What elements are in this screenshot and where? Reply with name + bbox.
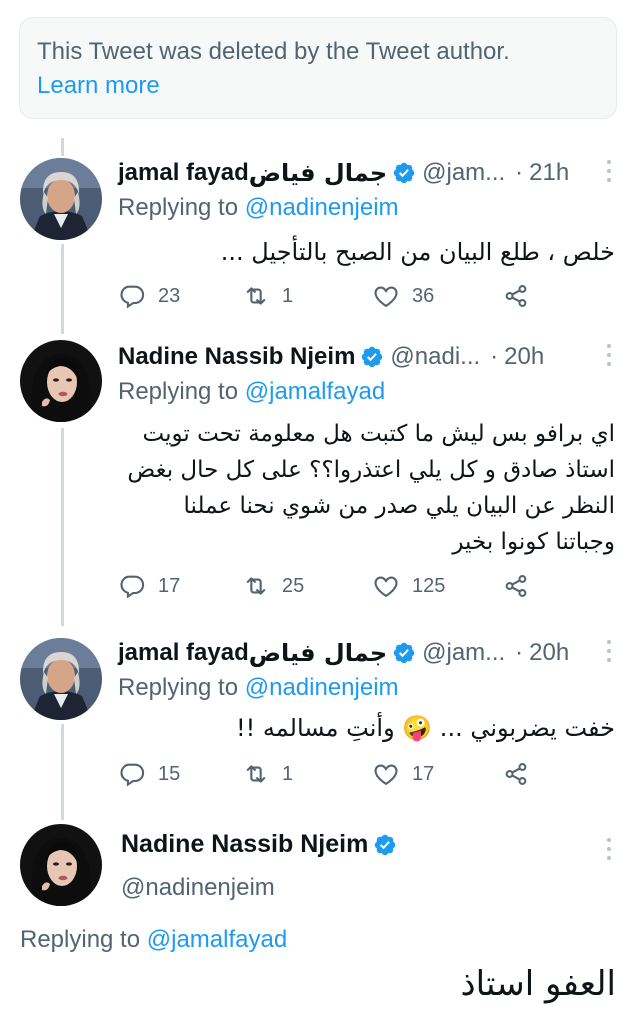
tweet-text: العفو استاذ (460, 964, 616, 1004)
reply-button[interactable]: 23 (118, 280, 180, 312)
reply-button[interactable]: 15 (118, 758, 180, 790)
reply-tweet[interactable]: jamal fayad جمال فياض @jam... · 21h Repl… (0, 156, 634, 326)
retweet-icon (242, 572, 270, 600)
tweet-actions: 15 1 17 (118, 758, 538, 790)
separator-dot: · (515, 639, 524, 666)
share-button[interactable] (502, 280, 542, 312)
reply-icon (118, 572, 146, 600)
like-button[interactable]: 36 (372, 280, 434, 312)
deleted-tweet-notice: This Tweet was deleted by the Tweet auth… (19, 17, 617, 119)
avatar[interactable] (20, 158, 102, 240)
like-icon (372, 572, 400, 600)
author-name[interactable]: jamal fayad (118, 159, 249, 187)
separator-dot: · (490, 343, 499, 370)
verified-badge-icon (373, 833, 397, 857)
tweet-header: Nadine Nassib Njeim @nadi... · 20h (118, 340, 544, 374)
like-button[interactable]: 125 (372, 570, 445, 602)
thread-line (61, 138, 64, 156)
more-icon[interactable] (606, 344, 612, 370)
share-button[interactable] (502, 570, 542, 602)
reply-count: 15 (158, 762, 181, 785)
replying-to: Replying to @nadinenjeim (118, 194, 399, 222)
more-icon[interactable] (606, 640, 612, 666)
verified-badge-icon (360, 345, 384, 369)
retweet-icon (242, 282, 270, 310)
author-name-row: Nadine Nassib Njeim (121, 830, 403, 859)
author-handle[interactable]: @jam... (422, 159, 505, 187)
avatar-image (20, 638, 102, 720)
replying-prefix: Replying to (118, 674, 239, 701)
replying-mention[interactable]: @nadinenjeim (245, 194, 399, 221)
replying-to: Replying to @jamalfayad (20, 926, 287, 954)
retweet-button[interactable]: 25 (242, 570, 304, 602)
tweet-time[interactable]: 20h (504, 343, 544, 371)
reply-icon (118, 282, 146, 310)
avatar-image (20, 158, 102, 240)
avatar[interactable] (20, 340, 102, 422)
replying-to: Replying to @jamalfayad (118, 378, 385, 406)
replying-mention[interactable]: @jamalfayad (245, 378, 385, 405)
retweet-count: 1 (282, 762, 294, 785)
avatar-image (20, 824, 102, 906)
reply-button[interactable]: 17 (118, 570, 180, 602)
replying-mention[interactable]: @jamalfayad (147, 926, 287, 953)
tweet-header: jamal fayad جمال فياض @jam... · 20h (118, 636, 569, 670)
focused-tweet[interactable]: Nadine Nassib Njeim @nadinenjeim Replyin… (0, 822, 634, 1012)
author-name-arabic[interactable]: جمال فياض (249, 639, 387, 667)
author-handle[interactable]: @nadinenjeim (121, 874, 275, 902)
tweet-time[interactable]: 21h (529, 159, 569, 187)
share-icon (502, 572, 530, 600)
author-handle[interactable]: @jam... (422, 639, 505, 667)
retweet-button[interactable]: 1 (242, 280, 293, 312)
verified-badge-icon (392, 161, 416, 185)
like-icon (372, 282, 400, 310)
avatar-image (20, 340, 102, 422)
retweet-icon (242, 760, 270, 788)
reply-icon (118, 760, 146, 788)
tweet-actions: 23 1 36 (118, 280, 538, 312)
tweet-header: jamal fayad جمال فياض @jam... · 21h (118, 156, 569, 190)
retweet-button[interactable]: 1 (242, 758, 293, 790)
like-count: 36 (412, 284, 435, 307)
avatar[interactable] (20, 638, 102, 720)
tweet-text: اي برافو بس ليش ما كتبت هل معلومة تحت تو… (127, 421, 615, 555)
like-icon (372, 760, 400, 788)
retweet-count: 25 (282, 574, 305, 597)
like-button[interactable]: 17 (372, 758, 434, 790)
share-button[interactable] (502, 758, 542, 790)
author-name-arabic[interactable]: جمال فياض (249, 159, 387, 187)
tweet-actions: 17 25 125 (118, 570, 538, 602)
author-name[interactable]: jamal fayad (118, 639, 249, 667)
more-icon[interactable] (606, 160, 612, 186)
more-icon[interactable] (606, 838, 612, 864)
replying-mention[interactable]: @nadinenjeim (245, 674, 399, 701)
avatar[interactable] (20, 824, 102, 906)
deleted-notice-text: This Tweet was deleted by the Tweet auth… (37, 38, 510, 65)
reply-tweet[interactable]: jamal fayad جمال فياض @jam... · 20h Repl… (0, 636, 634, 806)
reply-tweet[interactable]: Nadine Nassib Njeim @nadi... · 20h Reply… (0, 340, 634, 610)
reply-count: 23 (158, 284, 181, 307)
retweet-count: 1 (282, 284, 294, 307)
like-count: 125 (412, 574, 446, 597)
tweet-time[interactable]: 20h (529, 639, 569, 667)
replying-to: Replying to @nadinenjeim (118, 674, 399, 702)
share-icon (502, 282, 530, 310)
reply-count: 17 (158, 574, 181, 597)
share-icon (502, 760, 530, 788)
author-name[interactable]: Nadine Nassib Njeim (118, 343, 355, 371)
tweet-text: خلص ، طلع البيان من الصبح بالتأجيل ... (220, 238, 615, 266)
author-name[interactable]: Nadine Nassib Njeim (121, 830, 368, 859)
replying-prefix: Replying to (20, 926, 141, 953)
tweet-text: خفت يضربوني ... 🤪 وأنتِ مسالمه !! (236, 714, 615, 742)
separator-dot: · (515, 159, 524, 186)
replying-prefix: Replying to (118, 194, 239, 221)
replying-prefix: Replying to (118, 378, 239, 405)
like-count: 17 (412, 762, 435, 785)
verified-badge-icon (392, 641, 416, 665)
author-handle[interactable]: @nadi... (390, 343, 480, 371)
learn-more-link[interactable]: Learn more (37, 68, 160, 104)
